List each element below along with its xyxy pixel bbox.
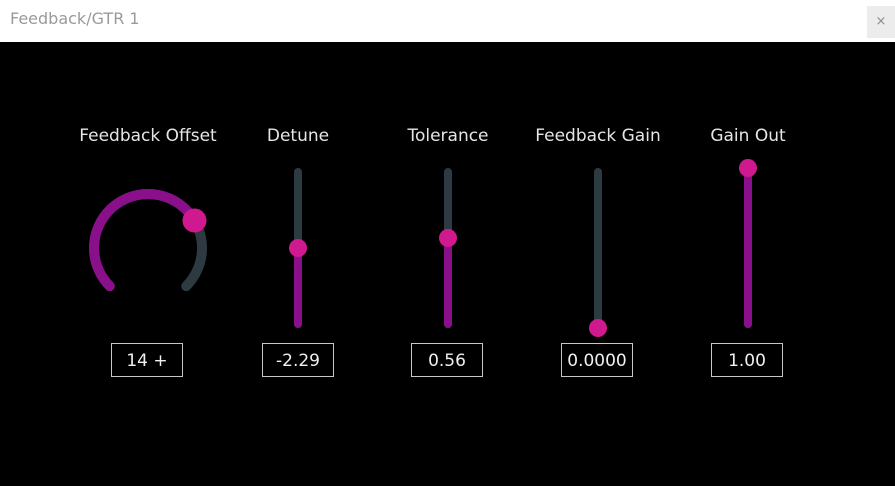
slider-thumb[interactable] bbox=[589, 319, 607, 337]
tolerance-slider[interactable] bbox=[433, 162, 463, 332]
detune-label: Detune bbox=[266, 126, 330, 146]
slider-fill bbox=[444, 238, 452, 328]
tolerance-value[interactable]: 0.56 bbox=[411, 343, 483, 377]
window-titlebar: Feedback/GTR 1 × bbox=[0, 0, 895, 42]
feedback-gain-slider[interactable] bbox=[583, 162, 613, 337]
slider-track bbox=[744, 168, 752, 328]
detune-value[interactable]: -2.29 bbox=[262, 343, 334, 377]
window-title: Feedback/GTR 1 bbox=[10, 9, 140, 28]
gain-out-slider[interactable] bbox=[733, 159, 763, 332]
feedback-offset-label: Feedback Offset bbox=[79, 126, 217, 146]
close-icon: × bbox=[875, 14, 887, 29]
slider-fill bbox=[744, 168, 752, 328]
close-button[interactable]: × bbox=[867, 6, 895, 38]
feedback-gain-label: Feedback Gain bbox=[535, 126, 661, 146]
feedback-gain-value[interactable]: 0.0000 bbox=[561, 343, 633, 377]
control-panel: Feedback Offset 14 + Detune -2.29 Tolera… bbox=[0, 42, 895, 486]
knob-fill bbox=[89, 189, 200, 292]
gain-out-value[interactable]: 1.00 bbox=[711, 343, 783, 377]
tolerance-label: Tolerance bbox=[407, 126, 489, 146]
slider-track bbox=[444, 168, 452, 328]
knob-thumb[interactable] bbox=[182, 208, 207, 233]
detune-slider[interactable] bbox=[283, 162, 313, 332]
gain-out-label: Gain Out bbox=[710, 126, 786, 146]
feedback-offset-value[interactable]: 14 + bbox=[111, 343, 183, 377]
slider-fill bbox=[294, 248, 302, 328]
slider-thumb[interactable] bbox=[439, 229, 457, 248]
slider-thumb[interactable] bbox=[739, 159, 757, 177]
slider-thumb[interactable] bbox=[289, 239, 307, 257]
slider-track bbox=[594, 168, 602, 328]
feedback-offset-knob[interactable] bbox=[68, 172, 228, 322]
